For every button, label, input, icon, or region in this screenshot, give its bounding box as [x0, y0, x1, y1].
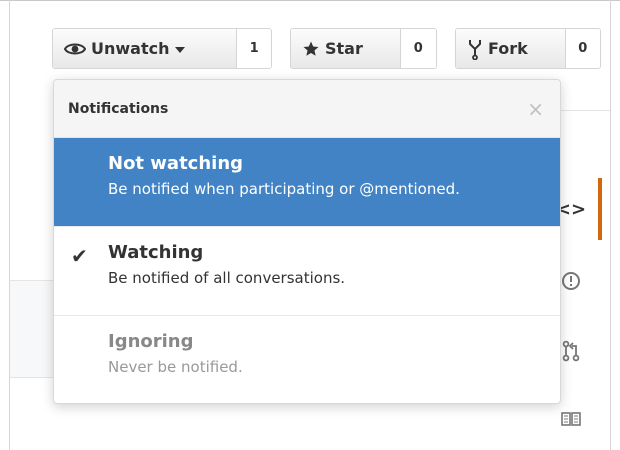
- option-description: Be notified when participating or @menti…: [108, 180, 460, 198]
- option-not-watching[interactable]: Not watching Be notified when participat…: [54, 138, 560, 227]
- window-left-border: [9, 0, 10, 450]
- pull-request-icon: [562, 340, 580, 367]
- fork-icon: [467, 38, 483, 60]
- option-description: Be notified of all conversations.: [108, 269, 346, 287]
- unwatch-button[interactable]: Unwatch: [53, 29, 238, 68]
- fork-button[interactable]: Fork: [456, 29, 566, 68]
- watch-count[interactable]: 1: [237, 29, 271, 68]
- book-icon: [561, 411, 581, 432]
- issue-icon: [561, 271, 581, 296]
- option-title: Watching: [108, 242, 204, 263]
- star-button-group: Star 0: [290, 28, 437, 69]
- eye-icon: [64, 41, 86, 57]
- star-label: Star: [325, 39, 363, 58]
- unwatch-label: Unwatch: [91, 39, 170, 58]
- option-description: Never be notified.: [108, 358, 243, 376]
- caret-down-icon: [175, 46, 186, 53]
- notifications-dropdown: Notifications × Not watching Be notified…: [53, 79, 561, 404]
- option-title: Not watching: [108, 153, 244, 174]
- dropdown-header: Notifications ×: [54, 80, 560, 138]
- fork-button-group: Fork 0: [455, 28, 601, 69]
- dropdown-title: Notifications: [68, 100, 169, 117]
- option-watching[interactable]: ✔ Watching Be notified of all conversati…: [54, 227, 560, 316]
- star-icon: [302, 40, 320, 58]
- option-ignoring[interactable]: Ignoring Never be notified.: [54, 316, 560, 403]
- fork-count[interactable]: 0: [565, 29, 600, 68]
- option-title: Ignoring: [108, 331, 194, 352]
- close-icon[interactable]: ×: [527, 99, 544, 119]
- star-button[interactable]: Star: [291, 29, 401, 68]
- window-right-border: [610, 0, 611, 450]
- window-top-border: [0, 0, 620, 1]
- star-count[interactable]: 0: [400, 29, 436, 68]
- background-panel: [10, 280, 55, 378]
- fork-label: Fork: [488, 39, 528, 58]
- watch-button-group: Unwatch 1: [52, 28, 272, 69]
- checkmark-icon: ✔: [71, 244, 88, 268]
